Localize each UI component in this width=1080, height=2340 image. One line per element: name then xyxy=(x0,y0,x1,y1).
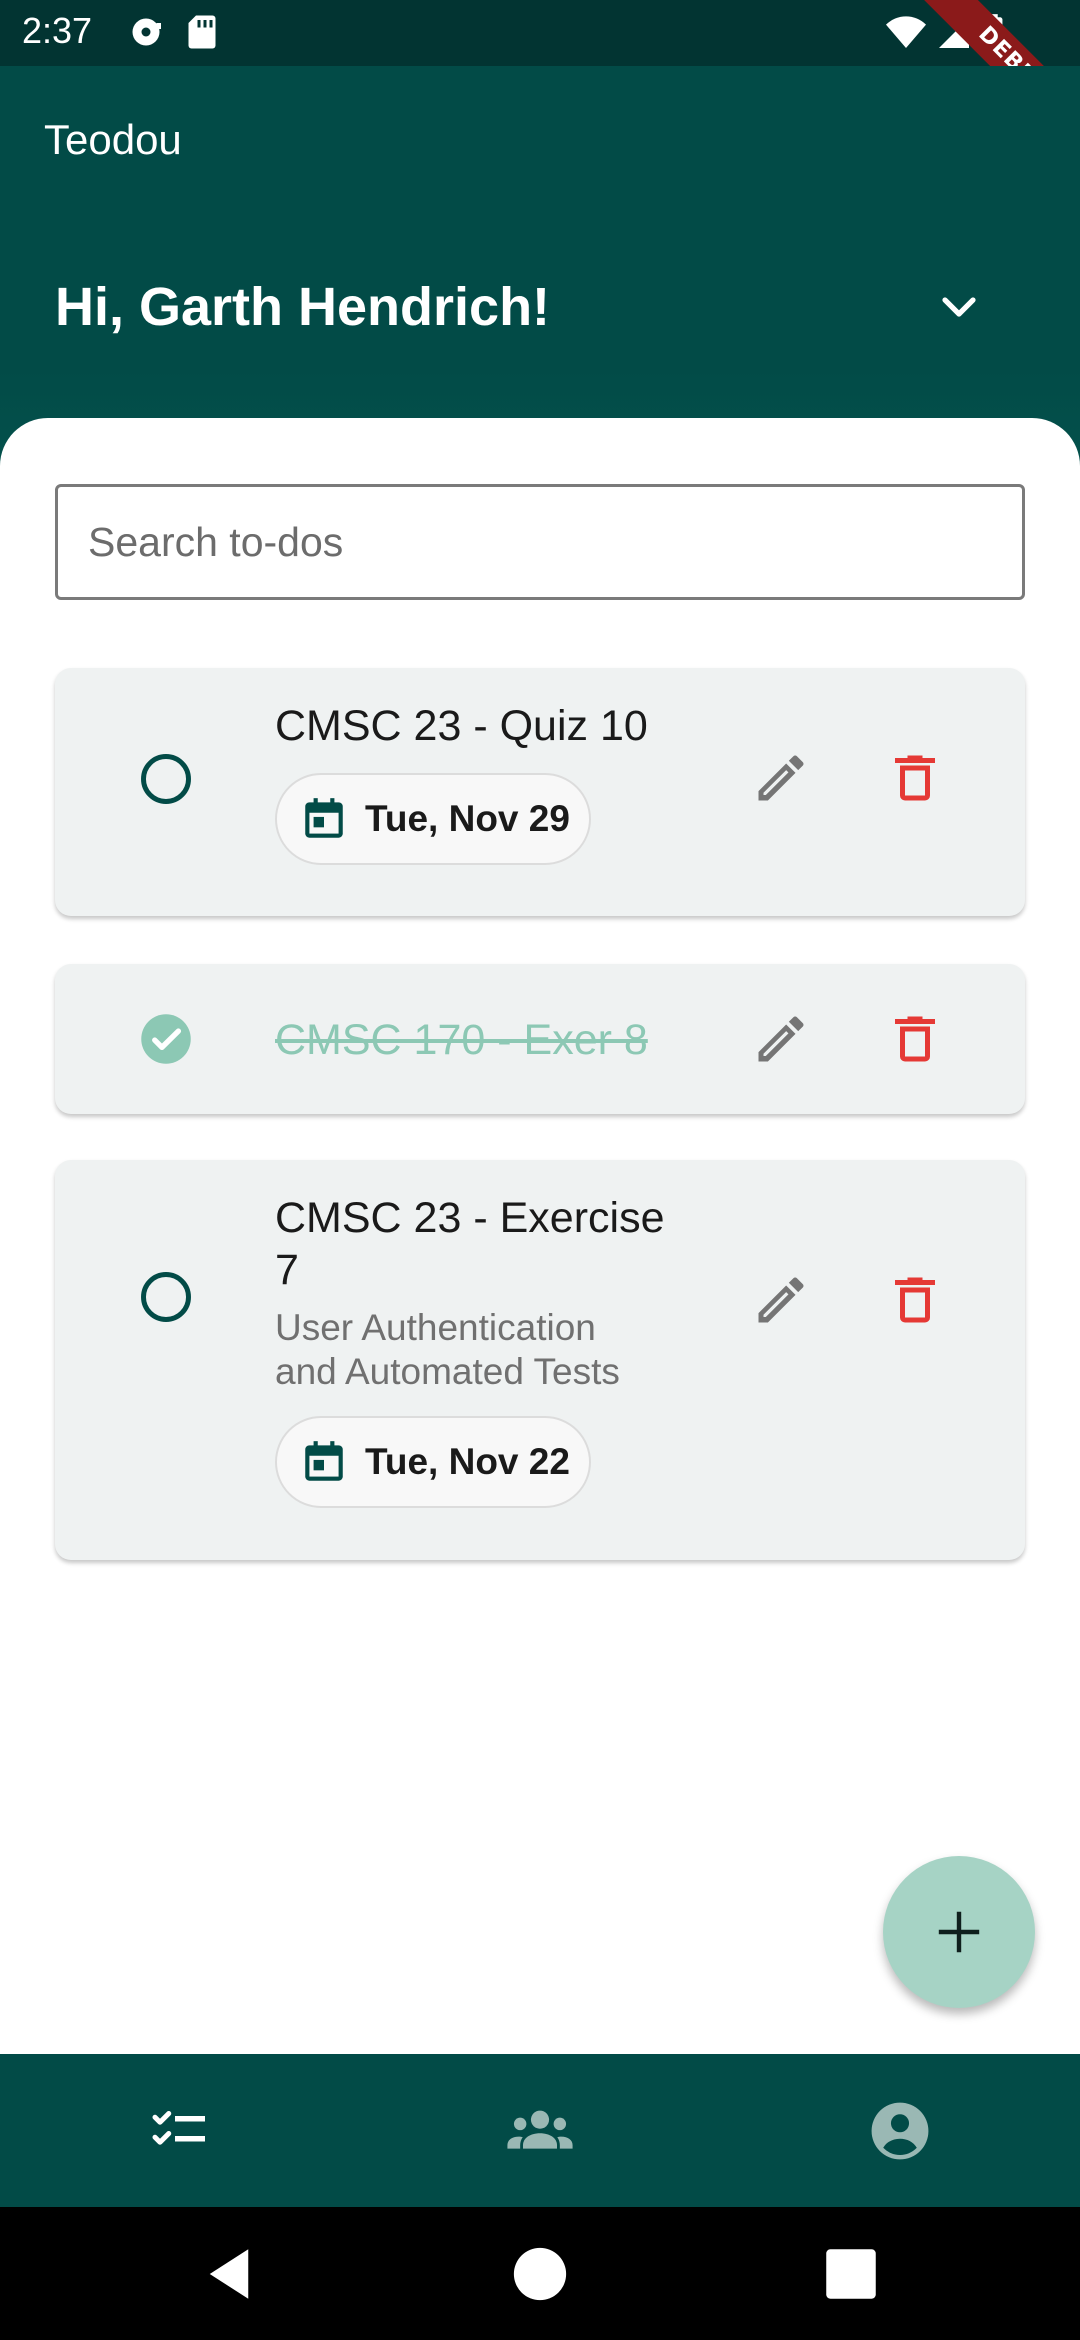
edit-icon[interactable] xyxy=(751,748,811,808)
chevron-down-icon[interactable] xyxy=(935,284,983,332)
todo-title: CMSC 23 - Quiz 10 xyxy=(275,702,648,750)
delete-icon[interactable] xyxy=(885,1270,945,1330)
todo-card[interactable]: CMSC 23 - Exercise 7 User Authentication… xyxy=(55,1160,1025,1560)
status-left-icons xyxy=(128,14,218,50)
nav-item-friends[interactable] xyxy=(360,2054,720,2207)
plus-icon xyxy=(938,1911,980,1953)
system-navigation-bar xyxy=(0,2207,1080,2340)
sd-card-icon xyxy=(188,15,216,49)
unchecked-circle-icon[interactable] xyxy=(139,1270,193,1324)
todo-title: CMSC 170 - Exer 8 xyxy=(275,1016,648,1064)
todo-title: CMSC 23 - Exercise 7 xyxy=(275,1194,665,1294)
nav-item-profile[interactable] xyxy=(720,2054,1080,2207)
delete-icon[interactable] xyxy=(885,748,945,808)
status-bar: 2:37 DEBUG xyxy=(0,0,1080,169)
edit-icon[interactable] xyxy=(751,1270,811,1330)
todo-description: User Authentication and Automated Tests xyxy=(275,1307,620,1392)
app-title: Teodou xyxy=(44,116,182,163)
checklist-icon xyxy=(152,2110,205,2145)
edit-icon[interactable] xyxy=(751,1009,811,1069)
wifi-icon xyxy=(886,16,926,48)
unchecked-circle-icon[interactable] xyxy=(139,752,193,806)
groups-icon xyxy=(507,2110,573,2149)
sync-icon xyxy=(132,18,161,46)
home-icon[interactable] xyxy=(507,2241,573,2307)
search-input[interactable] xyxy=(55,484,1025,600)
due-date-text: Tue, Nov 22 xyxy=(365,1441,570,1482)
todo-card[interactable]: CMSC 170 - Exer 8 xyxy=(55,964,1025,1114)
nav-item-todos[interactable] xyxy=(0,2054,360,2207)
due-date-text: Tue, Nov 29 xyxy=(365,798,570,839)
status-time: 2:37 xyxy=(22,10,93,51)
date-chip[interactable]: Tue, Nov 29 xyxy=(275,773,591,865)
calendar-icon xyxy=(305,798,343,838)
bottom-navigation xyxy=(0,2054,1080,2207)
date-chip[interactable]: Tue, Nov 22 xyxy=(275,1416,591,1508)
account-circle-icon xyxy=(871,2102,929,2159)
todo-card[interactable]: CMSC 23 - Quiz 10 Tue, Nov 29 xyxy=(55,668,1025,916)
checked-circle-icon[interactable] xyxy=(139,1012,193,1066)
add-todo-button[interactable] xyxy=(883,1856,1035,2008)
back-icon[interactable] xyxy=(196,2241,262,2307)
delete-icon[interactable] xyxy=(885,1009,945,1069)
calendar-icon xyxy=(305,1441,343,1481)
greeting-text: Hi, Garth Hendrich! xyxy=(55,277,551,337)
recents-icon[interactable] xyxy=(818,2241,884,2307)
